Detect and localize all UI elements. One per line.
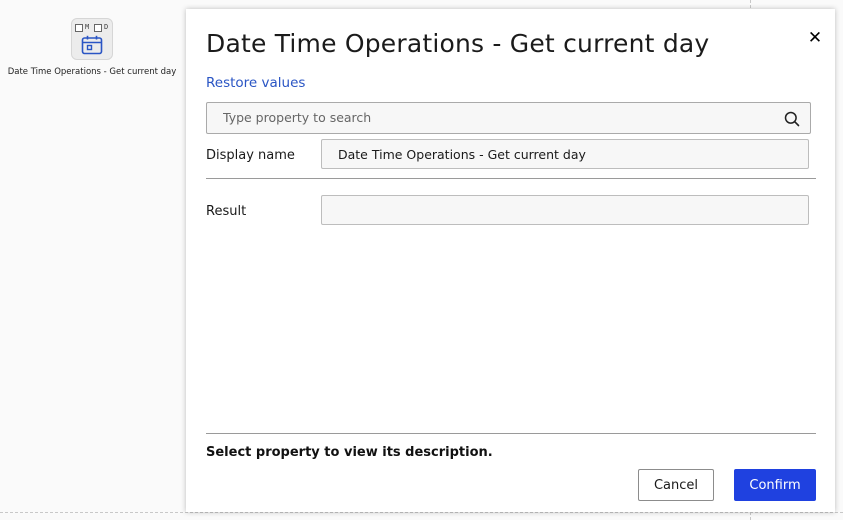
- search-input[interactable]: [207, 103, 783, 131]
- mini-letter-m: M: [85, 23, 90, 31]
- activity-node[interactable]: M D Date Time Operations - Get current d…: [0, 18, 184, 77]
- result-field-box[interactable]: [321, 195, 809, 225]
- property-description: Select property to view its description.: [206, 445, 493, 460]
- divider: [206, 433, 816, 434]
- mini-letter-d: D: [104, 23, 109, 31]
- activity-node-icon-box[interactable]: M D: [71, 18, 113, 60]
- mini-checkbox-icon: [75, 24, 83, 32]
- properties-dialog: Date Time Operations - Get current day ✕…: [186, 9, 835, 512]
- result-label: Result: [206, 204, 247, 219]
- restore-values-link[interactable]: Restore values: [206, 75, 305, 91]
- divider: [206, 178, 816, 179]
- close-icon[interactable]: ✕: [805, 28, 825, 48]
- display-name-input[interactable]: [322, 140, 808, 168]
- result-input[interactable]: [322, 196, 808, 224]
- mini-checkbox-icon: [94, 24, 102, 32]
- display-name-field-box[interactable]: [321, 139, 809, 169]
- property-search[interactable]: [206, 102, 811, 134]
- confirm-button[interactable]: Confirm: [734, 469, 816, 501]
- canvas-guide-horizontal: [0, 512, 843, 513]
- search-icon[interactable]: [784, 111, 800, 127]
- dialog-title: Date Time Operations - Get current day: [206, 29, 710, 58]
- display-name-label: Display name: [206, 148, 295, 163]
- activity-node-label: Date Time Operations - Get current day: [7, 67, 177, 77]
- cancel-button[interactable]: Cancel: [638, 469, 714, 501]
- calendar-icon: [81, 35, 103, 55]
